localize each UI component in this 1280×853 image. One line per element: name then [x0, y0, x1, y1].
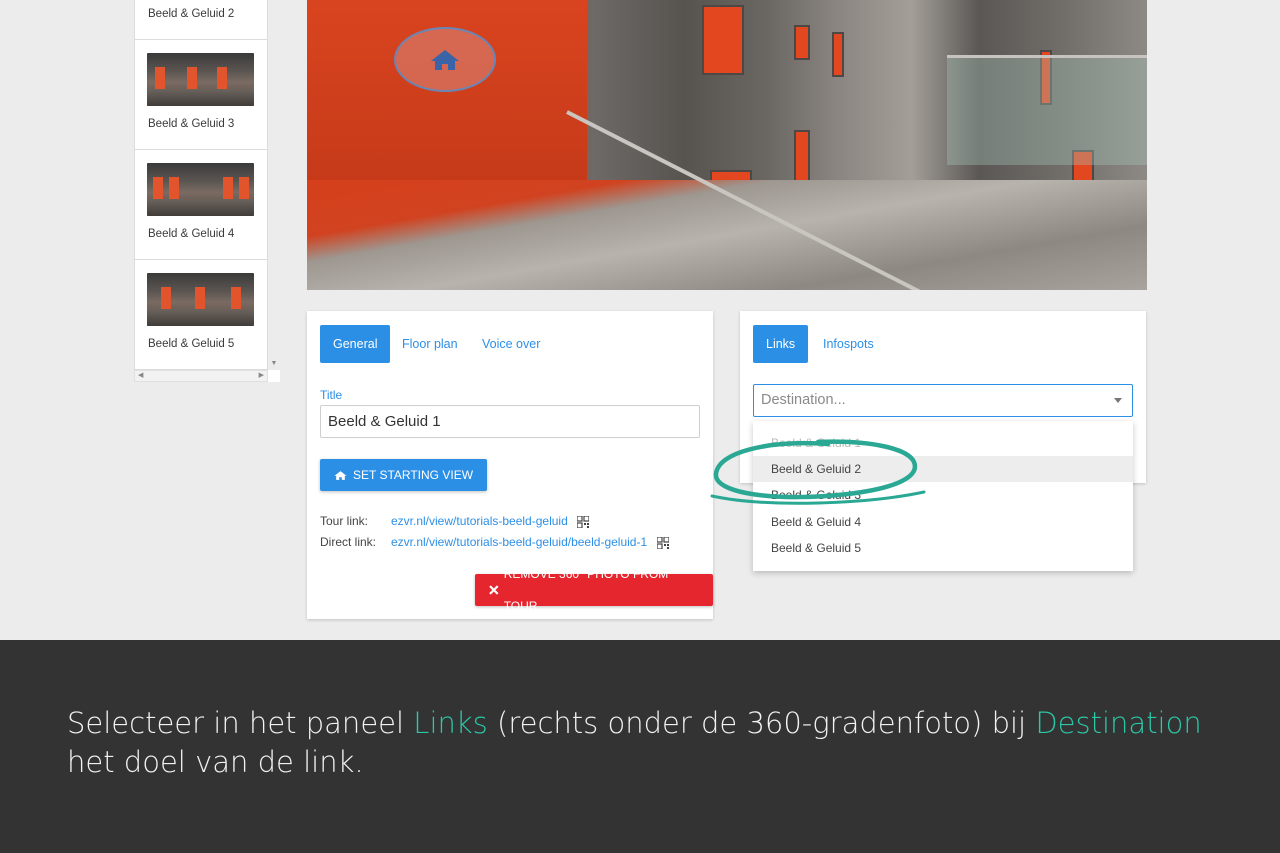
- scroll-right-arrow[interactable]: ▶: [259, 371, 264, 381]
- dropdown-option-highlighted[interactable]: Beeld & Geluid 2: [753, 456, 1133, 482]
- destination-select[interactable]: Destination...: [753, 384, 1133, 417]
- tab-floor-plan[interactable]: Floor plan: [389, 325, 471, 363]
- direct-link-label: Direct link:: [320, 535, 377, 549]
- general-panel: General Floor plan Voice over Title Beel…: [307, 311, 713, 619]
- home-icon: [431, 49, 459, 70]
- caption-part: het doel van de link.: [67, 745, 364, 779]
- sidebar-scroll-down-arrow[interactable]: ▼: [268, 360, 280, 370]
- close-x-icon: [489, 585, 499, 595]
- set-starting-view-label: SET STARTING VIEW: [353, 468, 474, 482]
- photo-thumbnail: [147, 273, 254, 326]
- remove-photo-button[interactable]: REMOVE 360° PHOTO FROM TOUR: [475, 567, 713, 613]
- dropdown-option[interactable]: Beeld & Geluid 5: [753, 535, 1133, 561]
- photo-list-item[interactable]: Beeld & Geluid 4: [135, 150, 268, 260]
- dropdown-option[interactable]: Beeld & Geluid 4: [753, 509, 1133, 535]
- tour-link[interactable]: ezvr.nl/view/tutorials-beeld-geluid: [391, 514, 568, 528]
- photo-list-sidebar: Beeld & Geluid 2 Beeld & Geluid 3 Beeld …: [134, 0, 268, 370]
- direct-link-row: Direct link: ezvr.nl/view/tutorials-beeld…: [320, 533, 669, 551]
- remove-photo-label: REMOVE 360° PHOTO FROM TOUR: [503, 567, 669, 613]
- dropdown-option[interactable]: Beeld & Geluid 3: [753, 482, 1133, 508]
- caption-part: (rechts onder de 360-gradenfoto) bij: [487, 706, 1036, 740]
- title-input[interactable]: Beeld & Geluid 1: [320, 405, 700, 438]
- instruction-text: Selecteer in het paneel Links (rechts on…: [67, 704, 1227, 782]
- photo-list-item-label: Beeld & Geluid 2: [148, 8, 235, 20]
- scroll-left-arrow[interactable]: ◀: [138, 371, 143, 381]
- set-starting-view-button[interactable]: SET STARTING VIEW: [320, 459, 488, 491]
- title-label: Title: [320, 388, 343, 402]
- caption-part: Selecteer in het paneel: [67, 706, 414, 740]
- tour-link-row: Tour link: ezvr.nl/view/tutorials-beeld-g…: [320, 512, 590, 530]
- sidebar-horizontal-scrollbar[interactable]: ◀ ▶: [134, 370, 268, 382]
- tab-voice-over[interactable]: Voice over: [469, 325, 553, 363]
- scrollbar-corner: [268, 370, 280, 382]
- home-icon: [334, 470, 347, 480]
- destination-dropdown-list[interactable]: Beeld & Geluid 1 Beeld & Geluid 2 Beeld …: [753, 421, 1133, 571]
- home-hotspot[interactable]: [394, 27, 496, 92]
- photo-thumbnail: [147, 163, 254, 216]
- photo-list-item[interactable]: Beeld & Geluid 3: [135, 40, 268, 150]
- photo-list-item[interactable]: Beeld & Geluid 2: [135, 0, 268, 40]
- qr-code-icon[interactable]: [656, 536, 669, 549]
- direct-link[interactable]: ezvr.nl/view/tutorials-beeld-geluid/beel…: [391, 535, 647, 549]
- photo-list-item-label: Beeld & Geluid 4: [148, 228, 235, 240]
- photo-thumbnail: [147, 53, 254, 106]
- photo-list-item-label: Beeld & Geluid 5: [148, 338, 235, 350]
- tab-links[interactable]: Links: [753, 325, 809, 363]
- tour-link-label: Tour link:: [320, 514, 369, 528]
- caption-highlight-links: Links: [413, 706, 488, 740]
- photo-list-item[interactable]: Beeld & Geluid 5: [135, 260, 268, 370]
- dropdown-option[interactable]: Beeld & Geluid 1: [753, 430, 1133, 456]
- tab-infospots[interactable]: Infospots: [810, 325, 887, 363]
- destination-placeholder: Destination...: [761, 392, 846, 408]
- qr-code-icon[interactable]: [577, 515, 590, 528]
- tab-general[interactable]: General: [320, 325, 391, 363]
- photo-list-item-label: Beeld & Geluid 3: [148, 118, 235, 130]
- dropdown-caret-icon: [1114, 398, 1122, 403]
- caption-highlight-destination: Destination: [1035, 706, 1202, 740]
